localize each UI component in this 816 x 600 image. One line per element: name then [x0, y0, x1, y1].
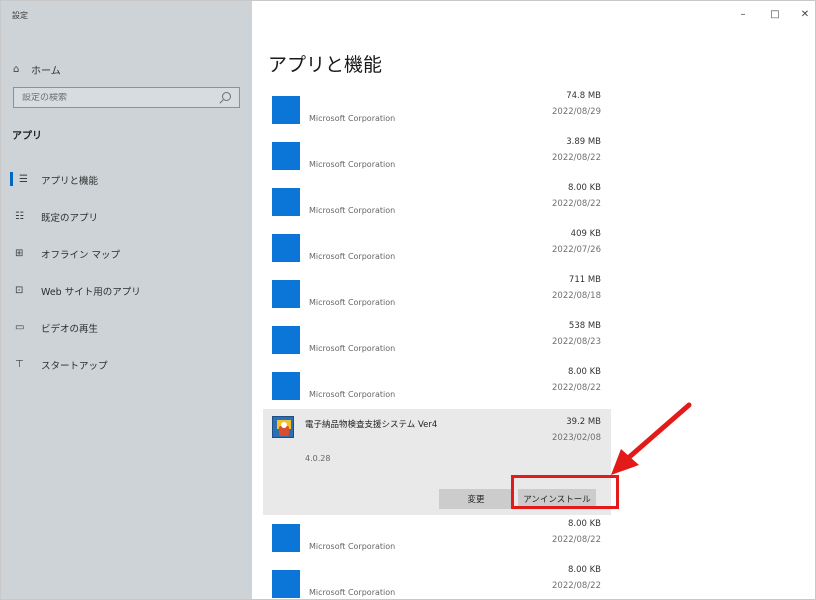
app-date: 2022/08/29 — [552, 107, 601, 117]
app-date: 2022/08/22 — [552, 581, 601, 591]
settings-window: 設定 ⌂ ホーム アプリ ☰ アプリと機能 ☷ 既定のアプリ ⊞ オフライン マ… — [0, 0, 816, 600]
list-item[interactable]: Microsoft Corporation 8.00 KB 2022/08/22 — [263, 515, 611, 561]
app-size: 39.2 MB — [566, 417, 601, 427]
app-list: Microsoft Corporation 74.8 MB 2022/08/29… — [263, 87, 611, 600]
app-size: 538 MB — [568, 321, 601, 331]
sidebar-item-label: Web サイト用のアプリ — [41, 286, 141, 298]
sidebar-item-label: 既定のアプリ — [41, 212, 99, 224]
app-icon — [272, 570, 300, 598]
sidebar-nav: ☰ アプリと機能 ☷ 既定のアプリ ⊞ オフライン マップ ⊡ Web サイト用… — [1, 161, 252, 383]
nav-home-label: ホーム — [31, 65, 61, 77]
search-icon[interactable] — [222, 92, 231, 101]
startup-icon: ⊤ — [15, 359, 24, 370]
app-size: 74.8 MB — [566, 91, 601, 101]
app-publisher: Microsoft Corporation — [309, 542, 396, 551]
list-item[interactable]: Microsoft Corporation 8.00 KB 2022/08/22 — [263, 179, 611, 225]
app-date: 2022/07/26 — [552, 245, 601, 255]
app-publisher: Microsoft Corporation — [309, 252, 396, 261]
app-size: 8.00 KB — [567, 565, 601, 575]
app-publisher: Microsoft Corporation — [309, 298, 396, 307]
app-date: 2022/08/23 — [552, 337, 601, 347]
annotation-arrow — [611, 402, 692, 475]
maximize-button[interactable]: □ — [764, 7, 786, 23]
app-date: 2022/08/22 — [552, 535, 601, 545]
sidebar-item-offline-maps[interactable]: ⊞ オフライン マップ — [1, 235, 252, 272]
sidebar-item-label: アプリと機能 — [41, 175, 99, 187]
sidebar-item-label: ビデオの再生 — [41, 323, 99, 335]
web-apps-icon: ⊡ — [15, 285, 24, 296]
app-icon — [272, 524, 300, 552]
app-date: 2022/08/22 — [552, 153, 601, 163]
app-date: 2022/08/22 — [552, 199, 601, 209]
list-item[interactable]: Microsoft Corporation 74.8 MB 2022/08/29 — [263, 87, 611, 133]
app-publisher: Microsoft Corporation — [309, 206, 396, 215]
default-apps-icon: ☷ — [15, 211, 24, 222]
video-playback-icon: ▭ — [15, 322, 25, 333]
app-size: 8.00 KB — [567, 183, 601, 193]
sidebar-item-label: スタートアップ — [41, 360, 108, 372]
app-date: 2022/08/22 — [552, 383, 601, 393]
modify-button[interactable]: 変更 — [439, 489, 513, 509]
app-publisher: Microsoft Corporation — [309, 390, 396, 399]
sidebar-item-apps-features[interactable]: ☰ アプリと機能 — [1, 161, 252, 198]
sidebar-section-title: アプリ — [12, 131, 42, 142]
nav-home[interactable]: ⌂ ホーム — [13, 61, 61, 77]
app-icon — [272, 280, 300, 308]
app-name: 電子納品物検査支援システム Ver4 — [305, 420, 438, 430]
app-publisher: Microsoft Corporation — [309, 344, 396, 353]
list-item[interactable]: Microsoft Corporation 711 MB 2022/08/18 — [263, 271, 611, 317]
app-size: 3.89 MB — [566, 137, 601, 147]
app-icon — [272, 326, 300, 354]
offline-maps-icon: ⊞ — [15, 248, 24, 259]
search-box[interactable] — [13, 87, 240, 108]
apps-features-icon: ☰ — [19, 174, 28, 185]
app-size: 8.00 KB — [567, 519, 601, 529]
sidebar-item-web-apps[interactable]: ⊡ Web サイト用のアプリ — [1, 272, 252, 309]
search-input[interactable] — [22, 92, 202, 103]
sidebar-item-label: オフライン マップ — [41, 249, 121, 261]
app-icon — [272, 416, 294, 438]
app-date: 2023/02/08 — [552, 433, 601, 443]
close-button[interactable]: ✕ — [794, 7, 816, 23]
app-icon — [272, 188, 300, 216]
app-size: 711 MB — [568, 275, 601, 285]
app-date: 2022/08/18 — [552, 291, 601, 301]
app-icon — [272, 96, 300, 124]
sidebar-item-default-apps[interactable]: ☷ 既定のアプリ — [1, 198, 252, 235]
list-item[interactable]: Microsoft Corporation 538 MB 2022/08/23 — [263, 317, 611, 363]
app-size: 8.00 KB — [567, 367, 601, 377]
app-publisher: Microsoft Corporation — [309, 160, 396, 169]
app-icon — [272, 372, 300, 400]
app-publisher: Microsoft Corporation — [309, 114, 396, 123]
sidebar-item-startup[interactable]: ⊤ スタートアップ — [1, 346, 252, 383]
home-icon: ⌂ — [13, 63, 20, 75]
app-icon — [272, 142, 300, 170]
window-title: 設定 — [12, 11, 28, 20]
list-item[interactable]: Microsoft Corporation 409 KB 2022/07/26 — [263, 225, 611, 271]
list-item[interactable]: Microsoft Corporation 3.89 MB 2022/08/22 — [263, 133, 611, 179]
sidebar: 設定 ⌂ ホーム アプリ ☰ アプリと機能 ☷ 既定のアプリ ⊞ オフライン マ… — [1, 1, 252, 599]
app-size: 409 KB — [570, 229, 601, 239]
app-publisher: Microsoft Corporation — [309, 588, 396, 597]
page-title: アプリと機能 — [268, 54, 383, 76]
sidebar-item-video-playback[interactable]: ▭ ビデオの再生 — [1, 309, 252, 346]
minimize-button[interactable]: – — [732, 7, 754, 23]
list-item[interactable]: Microsoft Corporation 8.00 KB 2022/08/22 — [263, 363, 611, 409]
list-item[interactable]: Microsoft Corporation 8.00 KB 2022/08/22 — [263, 561, 611, 600]
app-version: 4.0.28 — [305, 454, 331, 463]
app-icon — [272, 234, 300, 262]
